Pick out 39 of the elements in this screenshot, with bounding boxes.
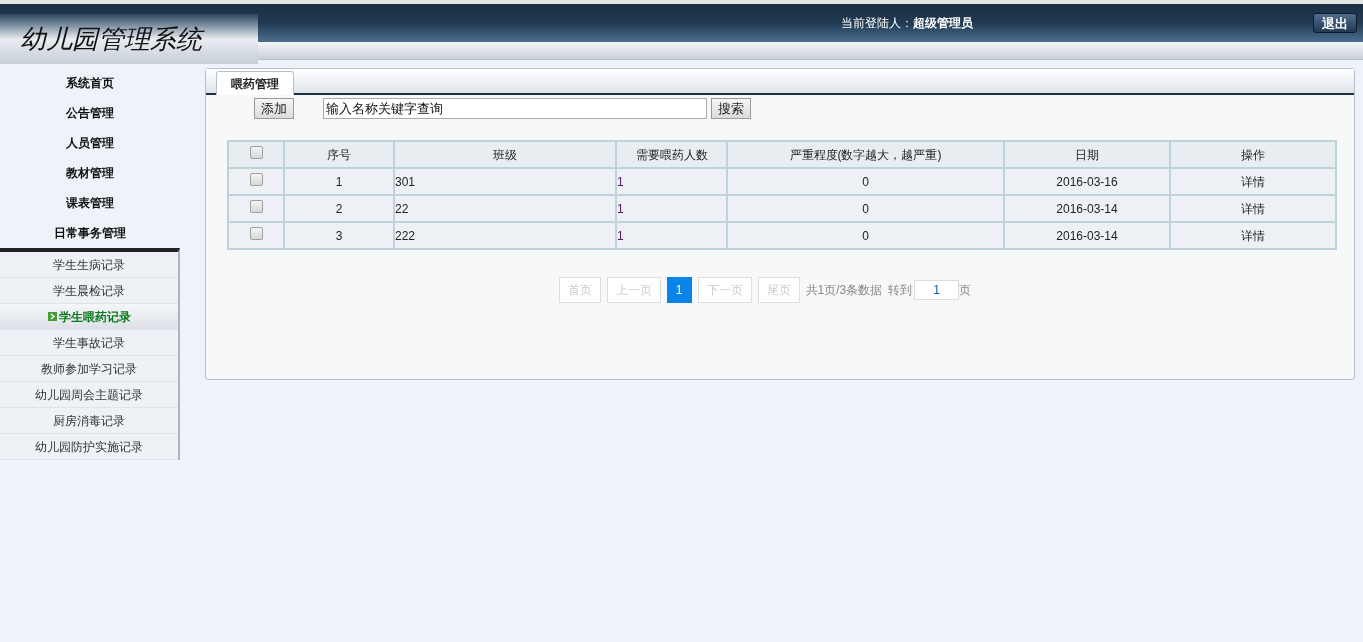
goto-label: 转到 <box>888 282 913 299</box>
submenu-item[interactable]: 学生事故记录 <box>0 330 178 356</box>
table-cell: 0 <box>727 222 1004 249</box>
search-field[interactable]: 输入名称关键字查询 <box>323 98 707 119</box>
menu-item[interactable]: 教材管理 <box>0 158 180 188</box>
checkbox[interactable] <box>249 199 263 213</box>
add-button[interactable]: 添加 <box>254 98 294 119</box>
table-cell: 2016-03-14 <box>1004 222 1170 249</box>
submenu-item[interactable]: 学生喂药记录 <box>0 304 178 330</box>
submenu-item[interactable]: 教师参加学习记录 <box>0 356 178 382</box>
arrow-icon <box>47 312 57 321</box>
checkbox[interactable] <box>249 172 263 186</box>
table-cell: 1 <box>616 222 727 249</box>
submenu-item[interactable]: 厨房消毒记录 <box>0 408 178 434</box>
column-header: 日期 <box>1004 141 1170 168</box>
menu-item[interactable]: 课表管理 <box>0 188 180 218</box>
page-button[interactable]: 1 <box>666 277 692 303</box>
menu-item[interactable]: 系统首页 <box>0 68 180 98</box>
menu-item[interactable]: 日常事务管理 <box>0 218 180 248</box>
column-header: 班级 <box>394 141 616 168</box>
checkbox[interactable] <box>249 226 263 240</box>
tab[interactable]: 喂药管理 <box>216 71 294 95</box>
table-cell: 222 <box>394 222 616 249</box>
menu-item[interactable]: 人员管理 <box>0 128 180 158</box>
details-link[interactable]: 详情 <box>1170 222 1336 249</box>
table-cell: 3 <box>284 222 394 249</box>
submenu-item[interactable]: 幼儿园周会主题记录 <box>0 382 178 408</box>
submenu-item[interactable]: 学生生病记录 <box>0 252 178 278</box>
current-user: 当前登陆人：超级管理员 <box>840 16 973 30</box>
page-suffix: 页 <box>959 282 972 299</box>
page-input[interactable]: 1 <box>914 280 960 300</box>
submenu-item[interactable]: 幼儿园防护实施记录 <box>0 434 178 460</box>
logout-button[interactable]: 退出 <box>1313 13 1357 33</box>
checkbox[interactable] <box>249 145 263 159</box>
column-header: 操作 <box>1170 141 1336 168</box>
search-button[interactable]: 搜索 <box>711 98 751 119</box>
menu-item[interactable]: 公告管理 <box>0 98 180 128</box>
column-header: 严重程度(数字越大，越严重) <box>727 141 1004 168</box>
page-summary: 共1页/3条数据 <box>805 282 883 299</box>
